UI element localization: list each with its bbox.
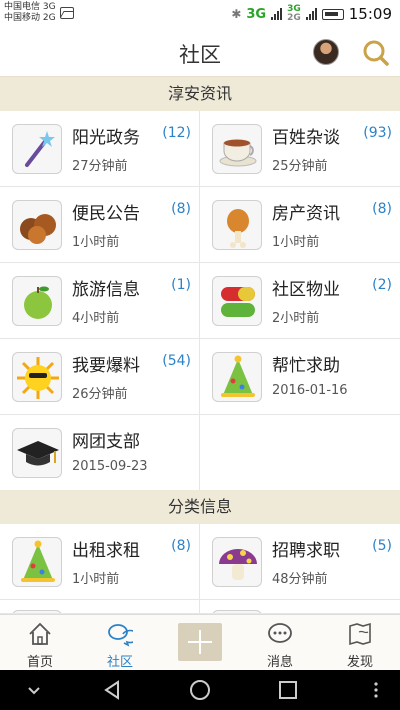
item-count: 12 (162, 125, 191, 141)
item-title: 旅游信息 (72, 280, 140, 300)
network-type-1: 3G (246, 6, 267, 22)
item-time: 48分钟前 (272, 572, 328, 587)
grid-item-partial[interactable] (200, 600, 400, 614)
grid-item-real-estate[interactable]: 房产资讯 1小时前 8 (200, 187, 400, 263)
grid-item-report-news[interactable]: 我要爆料 26分钟前 54 (0, 339, 200, 415)
grid-empty-cell (200, 415, 400, 491)
party-hat-icon (12, 537, 62, 587)
item-count: 1 (171, 277, 191, 293)
status-bar: 中国电信 3G 中国移动 2G ✱ 3G 3G 2G 15:09 (0, 0, 400, 28)
roast-chicken-icon (212, 200, 262, 250)
tab-label: 首页 (26, 655, 53, 670)
item-count: 8 (171, 538, 191, 554)
item-title: 帮忙求助 (272, 356, 340, 376)
item-time: 27分钟前 (72, 159, 128, 174)
chevron-down-icon[interactable] (22, 678, 46, 702)
item-title: 便民公告 (72, 204, 140, 224)
green-apple-icon (12, 276, 62, 326)
tab-home[interactable]: 首页 (0, 615, 80, 671)
item-count: 54 (162, 353, 191, 369)
item-time: 2016-01-16 (272, 383, 348, 398)
add-post-button[interactable] (178, 623, 222, 661)
tab-community[interactable]: 社区 (80, 615, 160, 671)
back-icon[interactable] (100, 678, 124, 702)
section-header-classified: 分类信息 (0, 490, 400, 524)
item-time: 1小时前 (72, 235, 120, 250)
graduation-cap-icon (12, 428, 62, 478)
message-icon (268, 623, 292, 643)
magic-wand-icon (12, 124, 62, 174)
item-time: 2015-09-23 (72, 459, 148, 474)
item-time: 4小时前 (72, 311, 120, 326)
item-time: 2小时前 (272, 311, 320, 326)
bluetooth-icon: ✱ (231, 7, 242, 21)
grid-item-sunshine-affairs[interactable]: 阳光政务 27分钟前 12 (0, 111, 200, 187)
sun-icon (12, 352, 62, 402)
grid-item-league-branch[interactable]: 网团支部 2015-09-23 (0, 415, 200, 491)
item-count: 8 (171, 201, 191, 217)
item-title: 我要爆料 (72, 356, 140, 376)
bottom-tab-bar: 首页 社区 消息 发现 (0, 614, 400, 670)
app-header: 社区 (0, 28, 400, 77)
carrier-2: 中国移动 2G (4, 13, 56, 23)
item-title: 网团支部 (72, 432, 140, 452)
screen: 中国电信 3G 中国移动 2G ✱ 3G 3G 2G 15:09 社区 淳安资讯 (0, 0, 400, 710)
home-button-icon[interactable] (188, 678, 212, 702)
page-title: 社区 (179, 43, 221, 67)
signal-icon-1 (271, 8, 283, 20)
grid-item-travel-info[interactable]: 旅游信息 4小时前 1 (0, 263, 200, 339)
image-notification-icon (60, 7, 74, 19)
signal-icon-2 (305, 8, 317, 20)
item-title: 招聘求职 (272, 541, 340, 561)
item-time: 1小时前 (272, 235, 320, 250)
avatar[interactable] (313, 39, 339, 65)
item-count: 2 (372, 277, 392, 293)
grid-item-public-notice[interactable]: 便民公告 1小时前 8 (0, 187, 200, 263)
mushroom-icon (212, 537, 262, 587)
search-icon[interactable] (362, 39, 390, 67)
grid-item-rental[interactable]: 出租求租 1小时前 8 (0, 524, 200, 600)
tab-label: 社区 (106, 655, 133, 670)
item-count: 8 (372, 201, 392, 217)
item-title: 出租求租 (72, 541, 140, 561)
more-vertical-icon[interactable] (364, 678, 388, 702)
chat-bubbles-icon (108, 624, 133, 647)
item-time: 26分钟前 (72, 387, 128, 402)
status-right: ✱ 3G 3G 2G 15:09 (231, 3, 392, 25)
home-icon (29, 622, 51, 645)
tab-label: 发现 (346, 655, 373, 670)
tab-messages[interactable]: 消息 (240, 615, 320, 671)
tab-label: 消息 (266, 655, 293, 670)
grid-item-help[interactable]: 帮忙求助 2016-01-16 (200, 339, 400, 415)
item-count: 93 (363, 125, 392, 141)
item-time: 25分钟前 (272, 159, 328, 174)
tab-discover[interactable]: 发现 (320, 615, 400, 671)
map-icon (349, 622, 371, 646)
teacup-icon (212, 124, 262, 174)
clock: 15:09 (348, 5, 392, 23)
item-time: 1小时前 (72, 572, 120, 587)
grid-item-jobs[interactable]: 招聘求职 48分钟前 5 (200, 524, 400, 600)
chestnuts-icon (12, 200, 62, 250)
grid-item-property[interactable]: 社区物业 2小时前 2 (200, 263, 400, 339)
grid-item-folk-talk[interactable]: 百姓杂谈 25分钟前 93 (200, 111, 400, 187)
item-title: 阳光政务 (72, 128, 140, 148)
item-count: 5 (372, 538, 392, 554)
party-hat-icon (212, 352, 262, 402)
carrier-info: 中国电信 3G 中国移动 2G (4, 2, 56, 24)
item-title: 百姓杂谈 (272, 128, 340, 148)
item-title: 房产资讯 (272, 204, 340, 224)
system-nav-bar (0, 670, 400, 710)
battery-icon (321, 8, 344, 20)
carrier-1: 中国电信 3G (4, 2, 56, 12)
grid-item-partial[interactable] (0, 600, 200, 614)
recent-apps-icon[interactable] (276, 678, 300, 702)
capsule-icon (212, 276, 262, 326)
network-type-2: 3G 2G (287, 4, 301, 23)
section-header-news: 淳安资讯 (0, 77, 400, 111)
item-title: 社区物业 (272, 280, 340, 300)
